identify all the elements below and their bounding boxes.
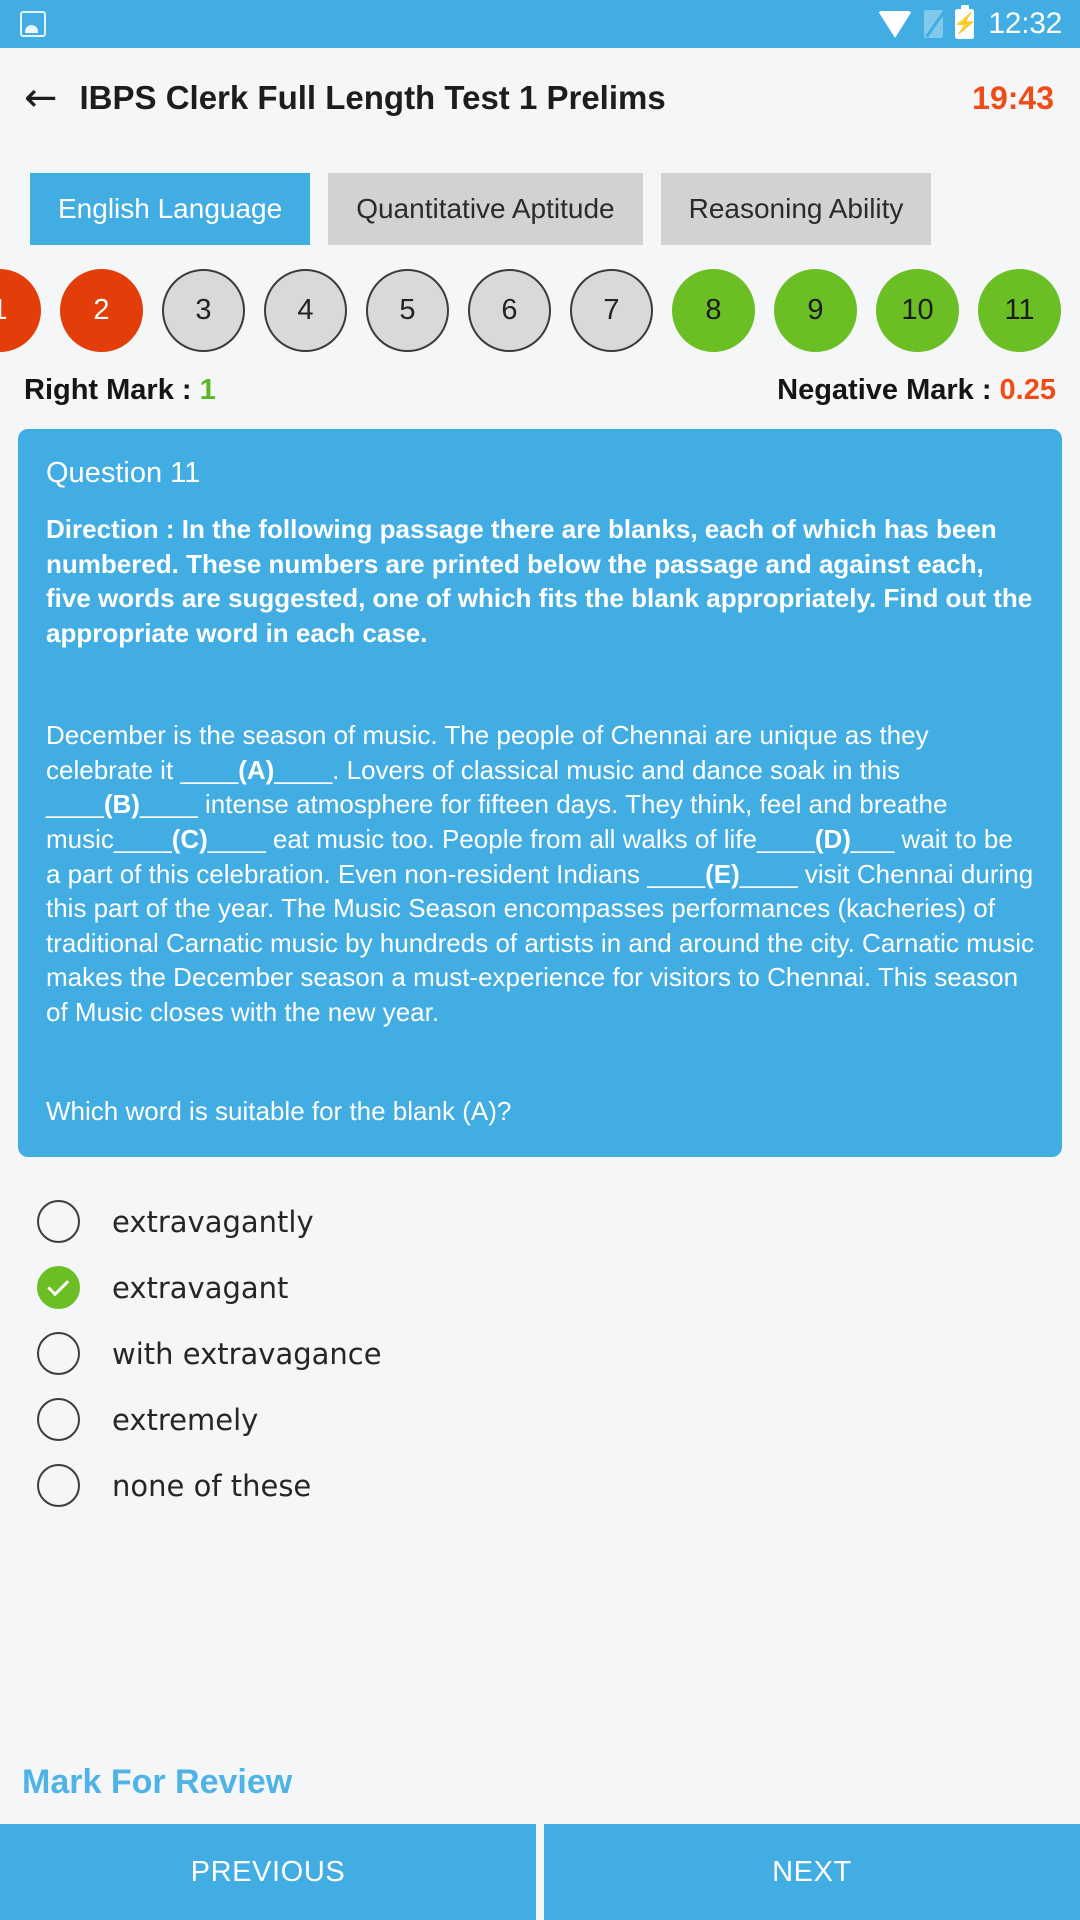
negative-mark: Negative Mark : 0.25 xyxy=(777,374,1056,407)
option-label: extremely xyxy=(112,1402,259,1437)
countdown-timer: 19:43 xyxy=(972,79,1054,116)
check-icon xyxy=(46,1274,69,1297)
question-card: Question 11 Direction : In the following… xyxy=(18,429,1062,1157)
question-number-3[interactable]: 3 xyxy=(162,269,245,352)
question-prompt: Which word is suitable for the blank (A)… xyxy=(46,1095,512,1126)
wifi-icon xyxy=(878,10,913,38)
radio-unselected-icon[interactable] xyxy=(37,1200,80,1244)
option-label: none of these xyxy=(112,1468,312,1503)
app-bar: ← IBPS Clerk Full Length Test 1 Prelims … xyxy=(0,48,1080,148)
question-number-8[interactable]: 8 xyxy=(672,269,755,352)
option-label: with extravagance xyxy=(112,1336,382,1371)
question-number-7[interactable]: 7 xyxy=(570,269,653,352)
page-title: IBPS Clerk Full Length Test 1 Prelims xyxy=(79,79,666,116)
passage-blank-marker: (D) xyxy=(814,824,851,855)
passage-blank-marker: (B) xyxy=(103,789,140,820)
option-label: extravagantly xyxy=(112,1204,314,1239)
question-number-10[interactable]: 10 xyxy=(876,269,959,352)
option-row[interactable]: extremely xyxy=(0,1387,1080,1453)
option-label: extravagant xyxy=(112,1270,289,1305)
image-notification-icon xyxy=(20,11,46,37)
negative-mark-label: Negative Mark : xyxy=(777,374,1000,406)
question-number-strip[interactable]: 1234567891011 xyxy=(0,245,1080,352)
marks-row: Right Mark : 1 Negative Mark : 0.25 xyxy=(0,352,1080,407)
status-bar: ⚡ 12:32 xyxy=(0,0,1080,48)
passage-blank-marker: (E) xyxy=(705,858,740,889)
right-mark-label: Right Mark : xyxy=(24,374,200,406)
option-row[interactable]: extravagantly xyxy=(0,1189,1080,1255)
question-number-2[interactable]: 2 xyxy=(60,269,143,352)
status-bar-clock: 12:32 xyxy=(988,7,1062,40)
radio-unselected-icon[interactable] xyxy=(37,1332,80,1376)
bottom-navigation: PREVIOUS NEXT xyxy=(0,1824,1080,1920)
signal-off-icon xyxy=(924,10,944,38)
status-bar-left xyxy=(20,11,878,37)
battery-charging-icon: ⚡ xyxy=(952,5,978,39)
right-mark-value: 1 xyxy=(199,374,216,406)
option-row[interactable]: extravagant xyxy=(0,1255,1080,1321)
radio-unselected-icon[interactable] xyxy=(37,1398,80,1442)
previous-button[interactable]: PREVIOUS xyxy=(0,1824,536,1920)
question-direction: Direction : In the following passage the… xyxy=(46,514,1033,648)
option-row[interactable]: none of these xyxy=(0,1453,1080,1519)
question-number-5[interactable]: 5 xyxy=(366,269,449,352)
back-arrow-icon[interactable]: ← xyxy=(24,78,58,118)
negative-mark-value: 0.25 xyxy=(999,374,1056,406)
answer-options: extravagantly extravagant with extravaganc… xyxy=(0,1157,1080,1519)
tab-quantitative-aptitude[interactable]: Quantitative Aptitude xyxy=(328,173,643,245)
passage-text: ____ eat music too. People from all walk… xyxy=(207,824,815,855)
charging-bolt-icon: ⚡ xyxy=(952,13,978,35)
passage-blank-marker: (A) xyxy=(238,754,275,785)
question-number-1[interactable]: 1 xyxy=(0,269,41,352)
question-number-9[interactable]: 9 xyxy=(774,269,857,352)
question-number-4[interactable]: 4 xyxy=(264,269,347,352)
right-mark: Right Mark : 1 xyxy=(24,374,216,407)
mark-for-review-button[interactable]: Mark For Review xyxy=(22,1763,292,1802)
question-number-label: Question 11 xyxy=(46,457,201,489)
passage-blank-marker: (C) xyxy=(171,824,208,855)
status-bar-right: ⚡ 12:32 xyxy=(878,5,1062,41)
radio-unselected-icon[interactable] xyxy=(37,1464,80,1508)
section-tabs: English Language Quantitative Aptitude Rea… xyxy=(0,148,1080,245)
option-row[interactable]: with extravagance xyxy=(0,1321,1080,1387)
next-button[interactable]: NEXT xyxy=(544,1824,1080,1920)
radio-selected-icon[interactable] xyxy=(37,1266,80,1310)
tab-english-language[interactable]: English Language xyxy=(30,173,311,245)
question-number-11[interactable]: 11 xyxy=(978,269,1061,352)
tab-reasoning-ability[interactable]: Reasoning Ability xyxy=(660,173,932,245)
question-number-6[interactable]: 6 xyxy=(468,269,551,352)
question-passage: December is the season of music. The peo… xyxy=(46,718,1034,1029)
